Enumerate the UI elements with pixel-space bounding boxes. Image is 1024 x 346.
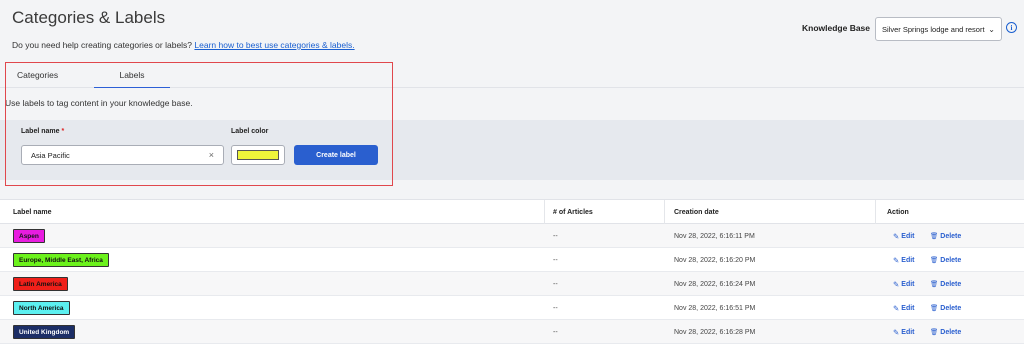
label-chip: United Kingdom bbox=[13, 325, 76, 339]
label-chip: Aspen bbox=[13, 229, 45, 243]
creation-date: Nov 28, 2022, 6:16:28 PM bbox=[674, 328, 756, 336]
delete-button[interactable]: 🗑 Delete bbox=[930, 320, 961, 344]
creation-date: Nov 28, 2022, 6:16:51 PM bbox=[674, 304, 756, 312]
edit-button[interactable]: ✎ Edit bbox=[893, 224, 915, 248]
label-chip: Europe, Middle East, Africa bbox=[13, 253, 109, 267]
trash-icon: 🗑 bbox=[930, 305, 939, 312]
chevron-down-icon: ⌄ bbox=[988, 24, 995, 34]
article-count: -- bbox=[553, 256, 558, 264]
header-article-count: # of Articles bbox=[545, 200, 665, 224]
edit-button[interactable]: ✎ Edit bbox=[893, 272, 915, 296]
label-chip: North America bbox=[13, 301, 70, 315]
label-color-picker[interactable] bbox=[231, 145, 285, 165]
table-row: Europe, Middle East, Africa -- Nov 28, 202… bbox=[0, 248, 1024, 272]
pencil-icon: ✎ bbox=[893, 231, 900, 241]
edit-button[interactable]: ✎ Edit bbox=[893, 248, 915, 272]
delete-label: Delete bbox=[940, 256, 962, 264]
color-swatch bbox=[237, 150, 279, 160]
pencil-icon: ✎ bbox=[893, 327, 900, 337]
edit-label: Edit bbox=[901, 280, 915, 288]
help-line: Do you need help creating categories or … bbox=[12, 40, 355, 50]
knowledge-base-select[interactable]: Silver Springs lodge and resort ⌄ bbox=[875, 17, 1002, 41]
edit-label: Edit bbox=[901, 256, 915, 264]
create-label-button[interactable]: Create label bbox=[294, 145, 378, 165]
clear-icon[interactable]: × bbox=[209, 150, 214, 160]
label-chip: Latin America bbox=[13, 277, 68, 291]
trash-icon: 🗑 bbox=[930, 233, 939, 240]
labels-intro: Use labels to tag content in your knowle… bbox=[5, 98, 193, 108]
delete-label: Delete bbox=[940, 304, 962, 312]
trash-icon: 🗑 bbox=[930, 257, 939, 264]
tab-labels[interactable]: Labels bbox=[94, 62, 170, 88]
trash-icon: 🗑 bbox=[930, 329, 939, 336]
table-row: United Kingdom -- Nov 28, 2022, 6:16:28 PM… bbox=[0, 320, 1024, 344]
table-row: Aspen -- Nov 28, 2022, 6:16:11 PM ✎ Edit 🗑 Del… bbox=[0, 224, 1024, 248]
edit-button[interactable]: ✎ Edit bbox=[893, 320, 915, 344]
label-name-value: Asia Pacific bbox=[31, 150, 70, 160]
label-color-caption: Label color bbox=[231, 128, 269, 135]
trash-icon: 🗑 bbox=[930, 281, 939, 288]
delete-label: Delete bbox=[940, 232, 962, 240]
table-row: North America -- Nov 28, 2022, 6:16:51 PM ✎… bbox=[0, 296, 1024, 320]
article-count: -- bbox=[553, 304, 558, 312]
header-creation-date: Creation date bbox=[665, 200, 876, 224]
help-link[interactable]: Learn how to best use categories & label… bbox=[194, 40, 354, 50]
article-count: -- bbox=[553, 280, 558, 288]
table-header: Label name # of Articles Creation date A… bbox=[0, 199, 1024, 224]
article-count: -- bbox=[553, 232, 558, 240]
delete-button[interactable]: 🗑 Delete bbox=[930, 296, 961, 320]
label-name-caption: Label name * bbox=[21, 128, 64, 135]
delete-label: Delete bbox=[940, 328, 962, 336]
labels-table: Label name # of Articles Creation date A… bbox=[0, 199, 1024, 346]
help-text: Do you need help creating categories or … bbox=[12, 40, 193, 50]
tabs-bar: Categories Labels bbox=[0, 62, 1024, 88]
creation-date: Nov 28, 2022, 6:16:24 PM bbox=[674, 280, 756, 288]
edit-label: Edit bbox=[901, 304, 915, 312]
edit-label: Edit bbox=[901, 232, 915, 240]
pencil-icon: ✎ bbox=[893, 279, 900, 289]
creation-date: Nov 28, 2022, 6:16:20 PM bbox=[674, 256, 756, 264]
table-row: Latin America -- Nov 28, 2022, 6:16:24 PM ✎… bbox=[0, 272, 1024, 296]
pencil-icon: ✎ bbox=[893, 303, 900, 313]
label-name-text: Label name bbox=[21, 128, 60, 135]
article-count: -- bbox=[553, 328, 558, 336]
header-action: Action bbox=[887, 208, 909, 216]
page-title: Categories & Labels bbox=[12, 8, 166, 27]
creation-date: Nov 28, 2022, 6:16:11 PM bbox=[674, 232, 755, 240]
info-icon[interactable]: i bbox=[1006, 22, 1017, 33]
tab-categories[interactable]: Categories bbox=[17, 62, 58, 88]
label-name-input[interactable]: Asia Pacific × bbox=[21, 145, 224, 165]
required-mark: * bbox=[61, 128, 65, 135]
delete-label: Delete bbox=[940, 280, 962, 288]
delete-button[interactable]: 🗑 Delete bbox=[930, 248, 961, 272]
pencil-icon: ✎ bbox=[893, 255, 900, 265]
knowledge-base-label: Knowledge Base bbox=[802, 23, 871, 33]
delete-button[interactable]: 🗑 Delete bbox=[930, 272, 961, 296]
header-label-name: Label name bbox=[0, 200, 545, 224]
knowledge-base-selected: Silver Springs lodge and resort bbox=[882, 24, 985, 34]
delete-button[interactable]: 🗑 Delete bbox=[930, 224, 961, 248]
edit-label: Edit bbox=[901, 328, 915, 336]
edit-button[interactable]: ✎ Edit bbox=[893, 296, 915, 320]
